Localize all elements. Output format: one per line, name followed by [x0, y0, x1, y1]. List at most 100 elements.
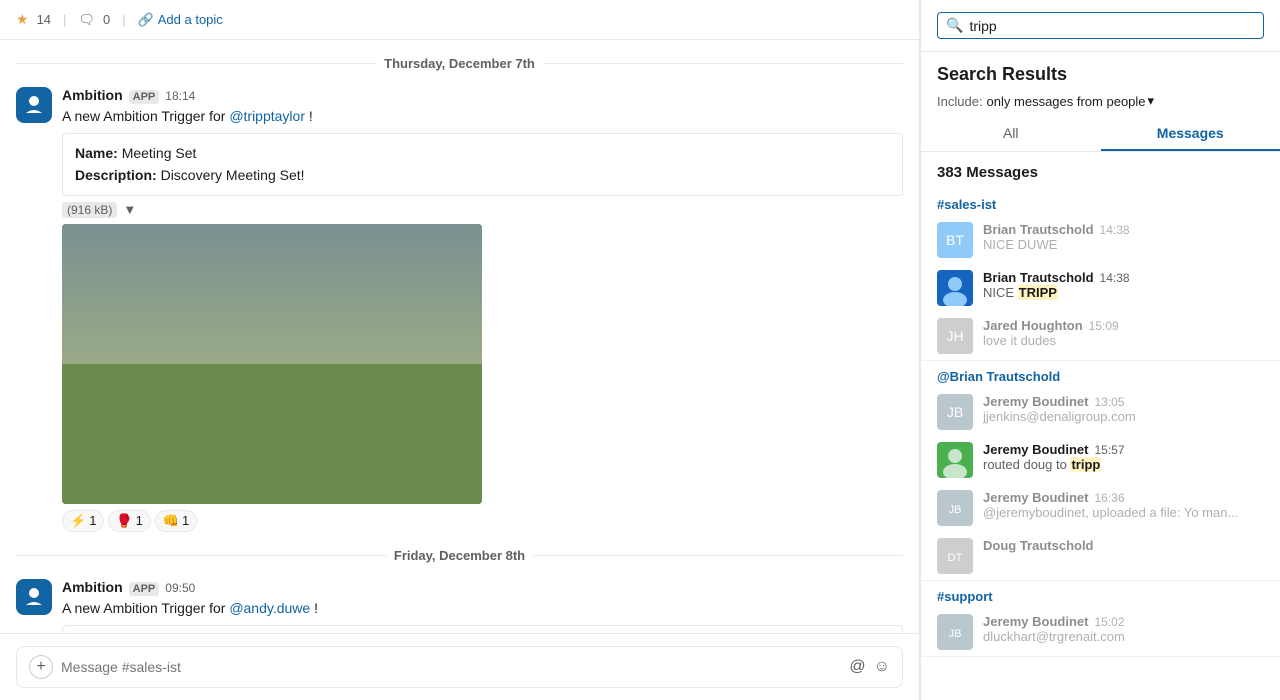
- reactions: ⚡ 1 🥊 1 👊 1: [62, 510, 903, 532]
- result-sender: Jared Houghton: [983, 318, 1083, 333]
- reaction-pill[interactable]: 🥊 1: [108, 510, 150, 532]
- result-section-sales: #sales-ist BT Brian Trautschold 14:38 NI…: [921, 189, 1280, 361]
- avatar: BT: [937, 222, 973, 258]
- reaction-pill[interactable]: ⚡ 1: [62, 510, 104, 532]
- section-label[interactable]: #support: [921, 581, 1280, 608]
- messages-list: Thursday, December 7th Ambition APP 18:1…: [0, 40, 919, 633]
- reaction-emoji: ⚡: [70, 513, 86, 529]
- at-icon[interactable]: @: [849, 658, 865, 676]
- avatar: DT: [937, 538, 973, 574]
- search-filter: Include: only messages from people ▾: [921, 89, 1280, 117]
- result-body: Brian Trautschold 14:38 NICE TRIPP: [983, 270, 1264, 300]
- dropdown-icon[interactable]: ▼: [123, 202, 136, 217]
- desc-label: Description:: [75, 167, 157, 183]
- message-input[interactable]: [61, 659, 841, 675]
- link-icon: 🔗: [138, 12, 154, 28]
- reaction-count: 1: [136, 513, 143, 528]
- sender-name[interactable]: Ambition: [62, 87, 123, 103]
- message-card: Name: Meeting Set Description: Discovery…: [62, 133, 903, 196]
- emoji-icon[interactable]: ☺: [874, 658, 890, 676]
- avatar: [937, 442, 973, 478]
- result-item[interactable]: Brian Trautschold 14:38 NICE TRIPP: [921, 264, 1280, 312]
- desc-value: Discovery Meeting Set!: [161, 167, 305, 183]
- add-button[interactable]: +: [29, 655, 53, 679]
- section-label[interactable]: #sales-ist: [921, 189, 1280, 216]
- result-text: dluckhart@trgrenait.com: [983, 629, 1264, 644]
- message-block: Ambition APP 18:14 A new Ambition Trigge…: [16, 87, 903, 532]
- svg-text:JB: JB: [949, 628, 962, 640]
- name-label: Name:: [75, 145, 118, 161]
- section-label[interactable]: @Brian Trautschold: [921, 361, 1280, 388]
- filter-label: Include:: [937, 94, 983, 109]
- result-item[interactable]: JB Jeremy Boudinet 16:36 @jeremyboudinet…: [921, 484, 1280, 532]
- message-time: 18:14: [165, 89, 195, 103]
- result-body: Brian Trautschold 14:38 NICE DUWE: [983, 222, 1264, 252]
- avatar: [937, 270, 973, 306]
- message-header: Ambition APP 09:50: [62, 579, 903, 596]
- dance-scene-image: [62, 224, 482, 504]
- image-attachment[interactable]: [62, 224, 482, 504]
- star-icon[interactable]: ★: [16, 11, 29, 28]
- result-body: Jeremy Boudinet 16:36 @jeremyboudinet, u…: [983, 490, 1264, 520]
- file-attachment[interactable]: (916 kB) ▼: [62, 202, 903, 218]
- search-results-title: Search Results: [937, 64, 1264, 85]
- result-item[interactable]: Jeremy Boudinet 15:57 routed doug to tri…: [921, 436, 1280, 484]
- highlighted-term: TRIPP: [1018, 285, 1058, 300]
- message-text: A new Ambition Trigger for @tripptaylor …: [62, 106, 903, 127]
- result-sender: Jeremy Boudinet: [983, 442, 1088, 457]
- search-input[interactable]: [969, 18, 1255, 34]
- result-item[interactable]: JB Jeremy Boudinet 13:05 jjenkins@denali…: [921, 388, 1280, 436]
- search-results: 383 Messages #sales-ist BT Brian Trautsc…: [921, 152, 1280, 700]
- result-sender: Jeremy Boudinet: [983, 490, 1088, 505]
- result-time: 15:09: [1089, 319, 1119, 333]
- result-time: 13:05: [1094, 395, 1124, 409]
- chat-area: ★ 14 | 🗨 0 | 🔗 Add a topic Thursday, Dec…: [0, 0, 920, 700]
- result-header: Jeremy Boudinet 15:02: [983, 614, 1264, 629]
- reaction-emoji: 👊: [163, 513, 179, 529]
- result-item[interactable]: JH Jared Houghton 15:09 love it dudes: [921, 312, 1280, 360]
- reaction-count: 1: [182, 513, 189, 528]
- tab-messages[interactable]: Messages: [1101, 117, 1280, 151]
- message-block: Ambition APP 09:50 A new Ambition Trigge…: [16, 579, 903, 633]
- result-text: love it dudes: [983, 333, 1264, 348]
- app-badge: APP: [129, 582, 160, 596]
- result-header: Brian Trautschold 14:38: [983, 270, 1264, 285]
- message-header: Ambition APP 18:14: [62, 87, 903, 104]
- name-value: Meeting Set: [122, 145, 197, 161]
- result-time: 16:36: [1094, 491, 1124, 505]
- result-section-support: #support JB Jeremy Boudinet 15:02 dluckh…: [921, 581, 1280, 657]
- filter-value[interactable]: only messages from people ▾: [987, 93, 1155, 109]
- result-body: Jeremy Boudinet 15:02 dluckhart@trgrenai…: [983, 614, 1264, 644]
- avatar: [16, 579, 52, 615]
- result-item[interactable]: BT Brian Trautschold 14:38 NICE DUWE: [921, 216, 1280, 264]
- result-item[interactable]: DT Doug Trautschold: [921, 532, 1280, 580]
- result-header: Jeremy Boudinet 15:57: [983, 442, 1264, 457]
- svg-text:JH: JH: [946, 328, 963, 344]
- thread-count: 0: [103, 12, 110, 27]
- mention[interactable]: @tripptaylor: [229, 108, 305, 124]
- chevron-down-icon: ▾: [1148, 93, 1155, 109]
- date-divider-thu: Thursday, December 7th: [16, 56, 903, 71]
- input-wrapper: + @ ☺: [16, 646, 903, 688]
- svg-text:JB: JB: [947, 404, 963, 420]
- search-input-row: 🔍: [937, 12, 1264, 39]
- sender-name[interactable]: Ambition: [62, 579, 123, 595]
- result-time: 15:02: [1094, 615, 1124, 629]
- svg-text:DT: DT: [948, 552, 963, 564]
- result-item[interactable]: JB Jeremy Boudinet 15:02 dluckhart@trgre…: [921, 608, 1280, 656]
- add-topic-link[interactable]: 🔗 Add a topic: [138, 12, 223, 28]
- reaction-emoji: 🥊: [116, 513, 132, 529]
- result-sender: Jeremy Boudinet: [983, 614, 1088, 629]
- app-badge: APP: [129, 90, 160, 104]
- result-sender: Jeremy Boudinet: [983, 394, 1088, 409]
- message-time: 09:50: [165, 581, 195, 595]
- chat-header: ★ 14 | 🗨 0 | 🔗 Add a topic: [0, 0, 919, 40]
- reaction-pill[interactable]: 👊 1: [155, 510, 197, 532]
- svg-text:BT: BT: [946, 232, 964, 248]
- tab-all[interactable]: All: [921, 117, 1101, 151]
- avatar: JH: [937, 318, 973, 354]
- results-count: 383 Messages: [921, 152, 1280, 189]
- member-count: 14: [37, 12, 51, 27]
- mention[interactable]: @andy.duwe: [229, 600, 310, 616]
- reaction-count: 1: [89, 513, 96, 528]
